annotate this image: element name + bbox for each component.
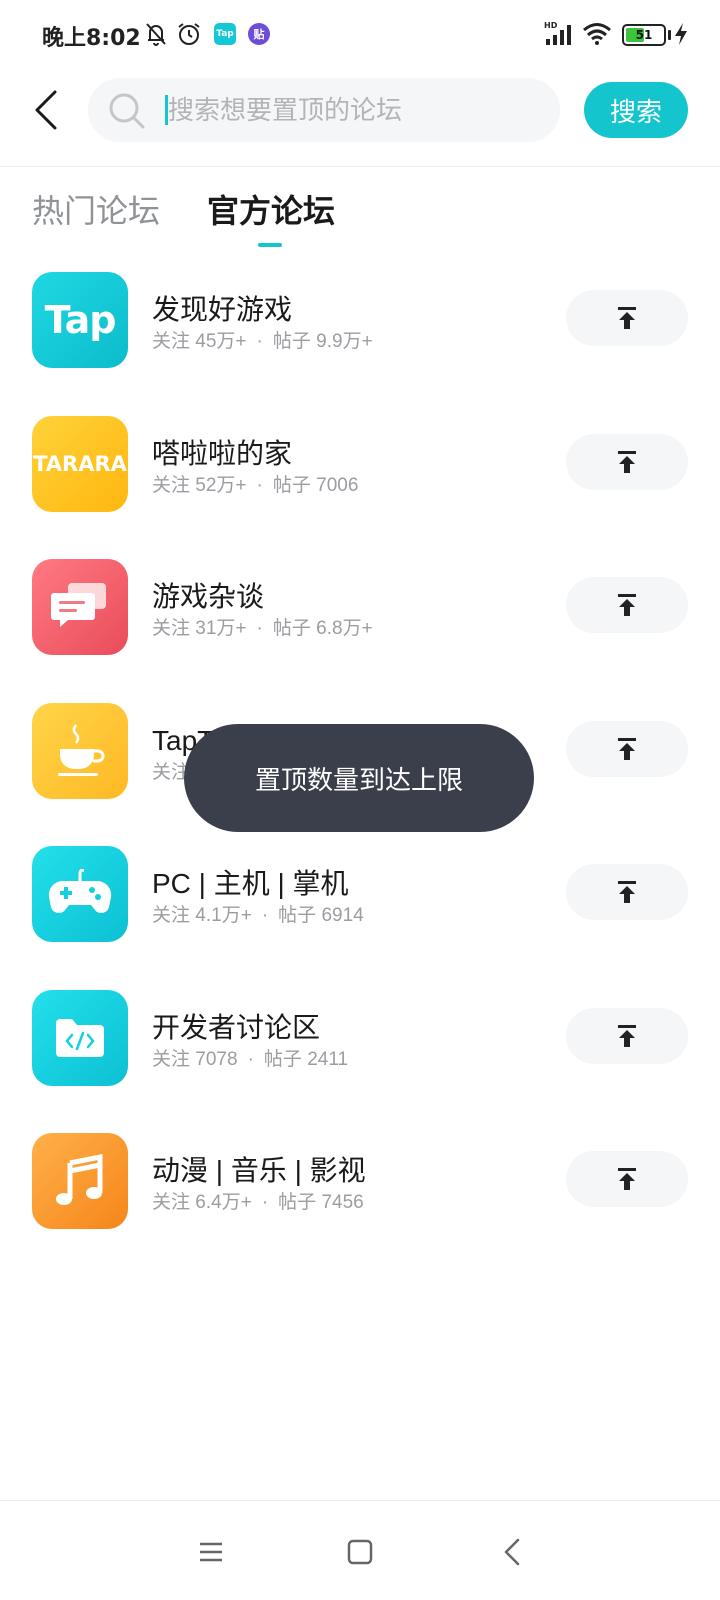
pin-top-icon: [618, 1024, 636, 1047]
taptap-app-icon: Tap: [214, 20, 236, 48]
pin-to-top-button[interactable]: [566, 1151, 688, 1207]
menu-icon: [200, 1542, 222, 1562]
battery-level: 51: [635, 28, 653, 42]
forum-stats: 关注 31万+ · 帖子 6.8万+: [152, 618, 373, 639]
back-button[interactable]: [26, 84, 66, 136]
forum-name: 开发者讨论区: [152, 1011, 321, 1043]
battery-icon: 51: [622, 24, 666, 46]
back-nav-button[interactable]: [482, 1526, 542, 1578]
toast-message: 置顶数量到达上限: [184, 724, 534, 832]
signal-icon: HD: [544, 20, 574, 48]
tieba-app-icon: 贴: [248, 20, 270, 48]
search-icon: [108, 92, 146, 134]
forum-stats: 关注 7078 · 帖子 2411: [152, 1048, 349, 1070]
back-chevron-icon: [504, 1538, 520, 1566]
forum-item[interactable]: 游戏杂谈 关注 31万+ · 帖子 6.8万+: [0, 557, 720, 701]
pin-to-top-button[interactable]: [566, 290, 688, 346]
chat-bubbles-icon: [32, 559, 128, 655]
header-divider: [0, 166, 720, 167]
battery-tip: [668, 30, 671, 40]
pin-to-top-button[interactable]: [566, 577, 688, 633]
forum-stats: 关注 6.4万+ · 帖子 7456: [152, 1192, 364, 1213]
forum-item[interactable]: 开发者讨论区 关注 7078 · 帖子 2411: [0, 988, 720, 1132]
nav-divider: [0, 1500, 720, 1501]
coffee-cup-icon: [32, 702, 128, 799]
pin-top-icon: [618, 450, 636, 473]
forum-item[interactable]: PC | 主机 | 掌机 关注 4.1万+ · 帖子 6914: [0, 844, 720, 988]
charging-bolt-icon: [674, 20, 688, 48]
bell-muted-icon: [144, 20, 168, 48]
forum-name: 发现好游戏: [152, 294, 293, 325]
menu-nav-button[interactable]: [181, 1526, 241, 1578]
pin-to-top-button[interactable]: [566, 864, 688, 920]
tarara-logo-icon: TARARA: [32, 415, 128, 512]
pin-top-icon: [618, 737, 636, 760]
taptap-logo-icon: Tap: [32, 272, 128, 368]
status-bar: 晚上8:02 Tap 贴 HD 51: [0, 0, 720, 70]
tab-hot-forums[interactable]: 热门论坛: [32, 186, 160, 232]
forum-stats: 关注 45万+ · 帖子 9.9万+: [152, 331, 373, 352]
pin-top-icon: [618, 307, 636, 329]
tab-active-indicator: [258, 243, 282, 247]
back-arrow-icon: [35, 90, 57, 130]
network-label: HD: [544, 21, 558, 30]
forum-name: PC | 主机 | 掌机: [152, 868, 349, 899]
pin-top-icon: [618, 1168, 636, 1190]
home-square-icon: [347, 1539, 373, 1565]
home-nav-button[interactable]: [330, 1526, 390, 1578]
forum-stats: 关注 4.1万+ · 帖子 6914: [152, 905, 364, 926]
pin-to-top-button[interactable]: [566, 720, 688, 777]
forum-stats: 关注 52万+ · 帖子 7006: [152, 474, 359, 496]
pin-to-top-button[interactable]: [566, 1007, 688, 1064]
forum-name: 嗒啦啦的家: [152, 437, 293, 469]
pin-top-icon: [618, 881, 636, 903]
wifi-icon: [582, 20, 612, 48]
music-note-icon: [32, 1133, 128, 1229]
search-input[interactable]: [168, 78, 548, 142]
forum-name: 游戏杂谈: [152, 581, 265, 612]
forum-item[interactable]: Tap 发现好游戏 关注 45万+ · 帖子 9.9万+: [0, 270, 720, 414]
alarm-clock-icon: [176, 20, 202, 48]
forum-item[interactable]: TARARA 嗒啦啦的家 关注 52万+ · 帖子 7006: [0, 414, 720, 558]
forum-name: 动漫 | 音乐 | 影视: [152, 1155, 366, 1186]
search-box[interactable]: [88, 78, 560, 142]
forum-item[interactable]: 动漫 | 音乐 | 影视 关注 6.4万+ · 帖子 7456: [0, 1131, 720, 1275]
tab-official-forums[interactable]: 官方论坛: [207, 186, 335, 232]
gamepad-icon: [32, 846, 128, 942]
code-folder-icon: [32, 989, 128, 1086]
status-time: 晚上8:02: [42, 26, 141, 51]
pin-top-icon: [618, 594, 636, 616]
search-button[interactable]: 搜索: [584, 82, 688, 138]
pin-to-top-button[interactable]: [566, 433, 688, 490]
